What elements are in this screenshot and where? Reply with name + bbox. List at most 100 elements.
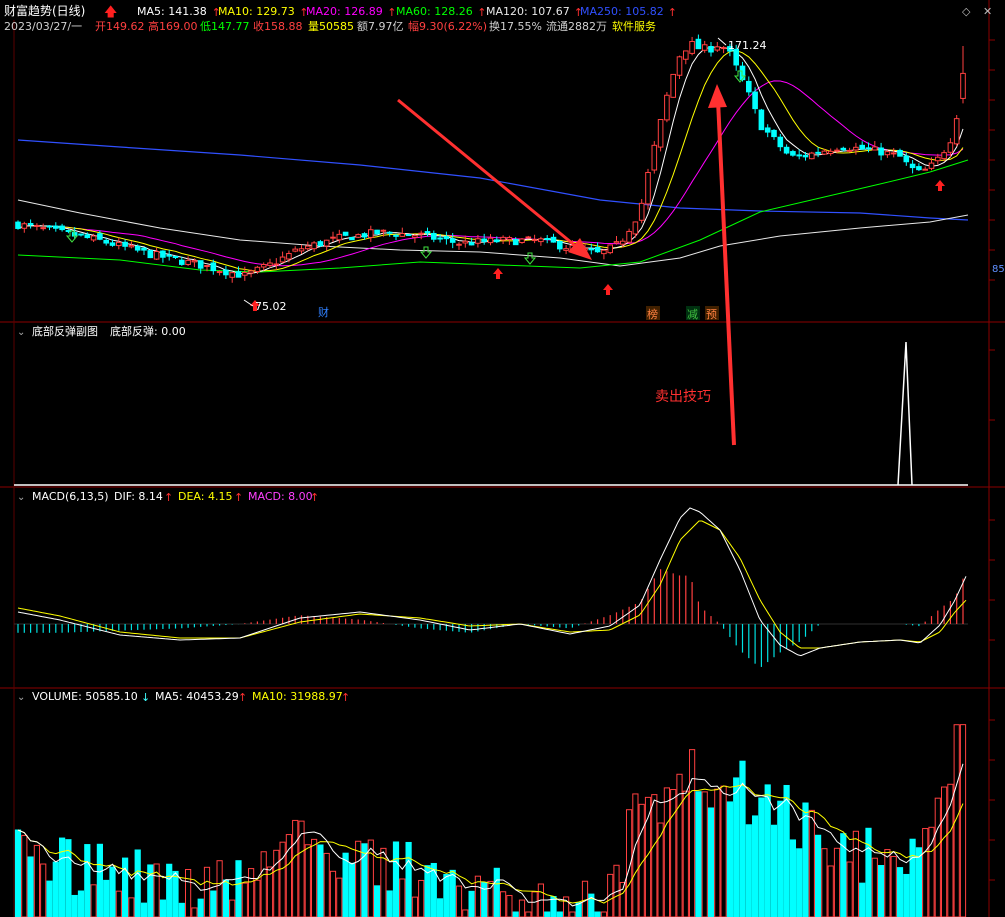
event-marker-cai[interactable]: 财 — [318, 305, 329, 319]
candle-body[interactable] — [890, 152, 897, 155]
candle-body[interactable] — [531, 239, 538, 242]
candle-body[interactable] — [449, 238, 456, 243]
candle-body[interactable] — [443, 236, 450, 240]
candle-body[interactable] — [412, 235, 418, 238]
candle-body[interactable] — [821, 150, 828, 155]
candle-body[interactable] — [279, 256, 286, 263]
candle-body[interactable] — [216, 271, 223, 274]
candle-body[interactable] — [550, 236, 557, 243]
candle-body[interactable] — [15, 221, 21, 229]
candle-body[interactable] — [689, 40, 695, 54]
candle-body[interactable] — [494, 239, 500, 243]
candle-body[interactable] — [802, 154, 809, 158]
candle-body[interactable] — [437, 237, 443, 240]
candle-body[interactable] — [229, 272, 235, 278]
candle-body[interactable] — [664, 94, 670, 121]
candle-body[interactable] — [380, 229, 387, 232]
candle-body[interactable] — [538, 238, 544, 243]
candle-body[interactable] — [878, 147, 884, 156]
candle-body[interactable] — [210, 262, 217, 272]
candle-body[interactable] — [298, 248, 305, 252]
candle-body[interactable] — [487, 237, 494, 244]
candle-body[interactable] — [588, 248, 595, 251]
candle-body[interactable] — [90, 235, 97, 241]
candle-body[interactable] — [853, 146, 859, 151]
candle-body[interactable] — [960, 72, 966, 99]
candle-body[interactable] — [456, 243, 462, 246]
candle-body[interactable] — [947, 142, 954, 153]
candle-body[interactable] — [708, 46, 714, 53]
candle-body[interactable] — [103, 239, 110, 244]
candle-body[interactable] — [141, 247, 147, 251]
candle-body[interactable] — [418, 232, 424, 235]
candle-body[interactable] — [638, 202, 645, 221]
diamond-icon[interactable]: ◇ — [962, 5, 971, 18]
candle-body[interactable] — [670, 73, 677, 98]
candle-body[interactable] — [903, 155, 910, 163]
candle-body[interactable] — [147, 250, 154, 259]
candle-body[interactable] — [431, 232, 437, 240]
event-marker-bang[interactable]: 榜 — [647, 307, 658, 321]
candle-body[interactable] — [317, 241, 324, 247]
candle-body[interactable] — [305, 245, 311, 250]
candle-body[interactable] — [909, 163, 916, 169]
candle-body[interactable] — [462, 240, 469, 244]
candle-body[interactable] — [953, 118, 960, 145]
candle-body[interactable] — [935, 156, 941, 162]
candle-body[interactable] — [777, 136, 784, 148]
candle-body[interactable] — [809, 152, 815, 160]
candle-body[interactable] — [790, 151, 796, 156]
candle-body[interactable] — [714, 46, 721, 51]
candle-body[interactable] — [607, 244, 614, 254]
candle-body[interactable] — [922, 168, 929, 171]
candle-body[interactable] — [916, 166, 922, 171]
candle-body[interactable] — [267, 262, 273, 266]
candle-body[interactable] — [695, 38, 702, 50]
candle-body[interactable] — [197, 260, 204, 269]
candle-body[interactable] — [720, 47, 727, 50]
main-price-panel[interactable] — [15, 34, 969, 311]
candle-body[interactable] — [657, 119, 664, 148]
candle-body[interactable] — [53, 225, 59, 229]
candle-body[interactable] — [563, 248, 569, 251]
candle-body[interactable] — [506, 237, 513, 240]
candle-body[interactable] — [683, 50, 689, 60]
candle-body[interactable] — [349, 236, 355, 241]
candle-body[interactable] — [97, 233, 103, 240]
candle-body[interactable] — [594, 246, 601, 253]
candle-body[interactable] — [884, 151, 891, 156]
candle-body[interactable] — [424, 231, 431, 234]
candle-body[interactable] — [405, 234, 412, 237]
candle-body[interactable] — [191, 260, 198, 263]
candle-body[interactable] — [242, 272, 248, 276]
candle-body[interactable] — [260, 264, 267, 268]
candle-body[interactable] — [758, 109, 765, 131]
candle-body[interactable] — [286, 253, 292, 260]
macd-panel[interactable]: ⌄ MACD(6,13,5) DIF: 8.14 ↑ DEA: 4.15 ↑ M… — [14, 490, 968, 667]
candle-body[interactable] — [46, 225, 53, 228]
candle-body[interactable] — [273, 263, 280, 266]
candle-body[interactable] — [796, 154, 803, 157]
chevron-down-icon[interactable]: ⌄ — [17, 327, 25, 338]
candle-body[interactable] — [676, 56, 683, 76]
candle-body[interactable] — [872, 146, 878, 151]
candle-body[interactable] — [859, 144, 866, 150]
candle-body[interactable] — [525, 236, 532, 239]
candle-body[interactable] — [783, 146, 790, 154]
candle-body[interactable] — [166, 254, 172, 257]
candle-body[interactable] — [311, 242, 317, 250]
candle-body[interactable] — [185, 259, 191, 265]
candle-body[interactable] — [128, 245, 135, 248]
candle-body[interactable] — [645, 172, 651, 205]
candle-body[interactable] — [355, 234, 361, 238]
candle-body[interactable] — [500, 236, 506, 241]
candle-body[interactable] — [235, 271, 242, 278]
candle-body[interactable] — [475, 238, 481, 244]
candle-body[interactable] — [601, 249, 607, 255]
candle-body[interactable] — [544, 238, 551, 241]
indicator-panel[interactable]: ⌄ 底部反弹副图 底部反弹: 0.00 — [14, 324, 968, 486]
volume-panel[interactable]: ⌄ VOLUME: 50585.10 ↓ MA5: 40453.29 ↑ MA1… — [14, 690, 967, 917]
close-icon[interactable]: ✕ — [983, 5, 992, 18]
stock-chart-canvas[interactable]: 财富趋势(日线) 🡅 MA5: 141.38 ↑ MA10: 129.73 ↑ MA20… — [0, 0, 1005, 917]
candle-body[interactable] — [651, 144, 658, 171]
